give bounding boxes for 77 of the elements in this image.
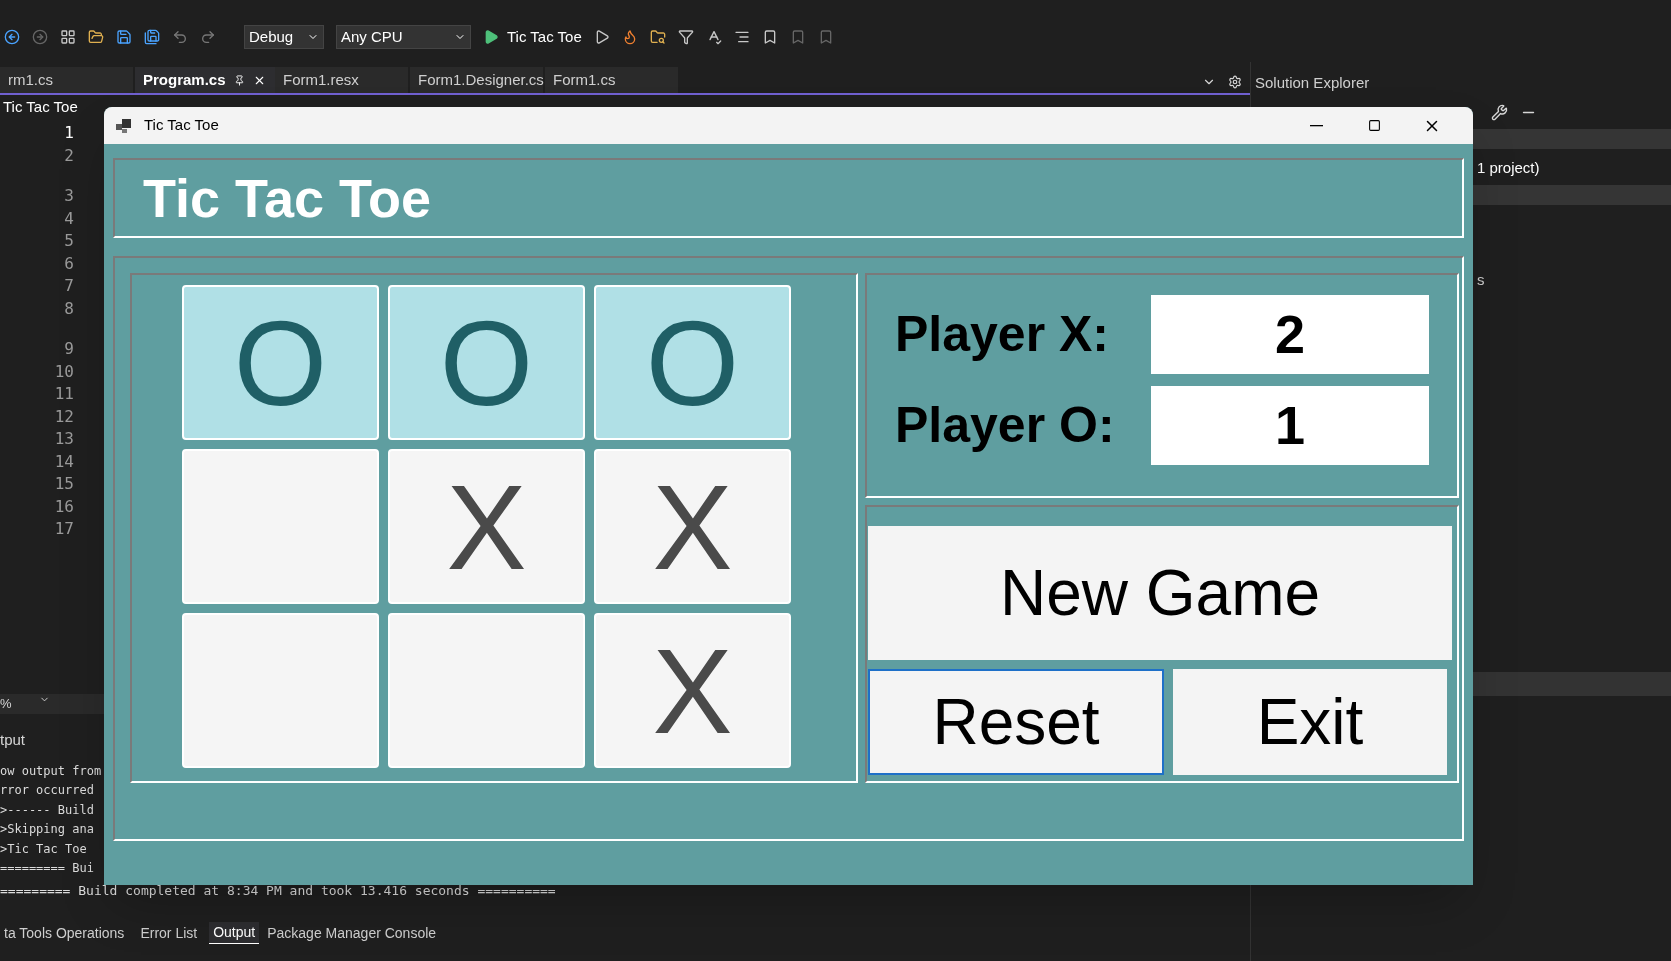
- minimize-icon: [1309, 124, 1323, 127]
- folder-icon[interactable]: [88, 29, 104, 45]
- line-number: 8: [64, 297, 74, 320]
- redo-icon[interactable]: [200, 29, 216, 45]
- save-all-icon[interactable]: [144, 29, 160, 45]
- output-line: ow output from: [0, 762, 102, 780]
- player-label: Player O:: [895, 396, 1116, 455]
- wrench-icon[interactable]: [1491, 103, 1508, 121]
- window-title: Tic Tac Toe: [144, 115, 219, 136]
- line-number: 5: [64, 230, 74, 252]
- board-cell[interactable]: O: [388, 285, 585, 440]
- document-tab[interactable]: rm1.cs: [0, 67, 133, 93]
- line-number: 2: [64, 144, 74, 167]
- line-number: 13: [54, 428, 74, 450]
- line-number: 12: [54, 405, 74, 428]
- output-line: >------ Build: [0, 801, 94, 819]
- panel-tab[interactable]: Package Manager Console: [263, 922, 441, 944]
- platform-dropdown[interactable]: Any CPU: [336, 25, 471, 49]
- start-button[interactable]: Tic Tac Toe: [483, 25, 582, 49]
- board-cell[interactable]: [388, 613, 585, 768]
- line-number: 17: [54, 518, 74, 540]
- reset-button[interactable]: Reset: [868, 669, 1164, 775]
- pin-icon[interactable]: [233, 74, 245, 86]
- output-line: ========= Build completed at 8:34 PM and took 13.416 seconds ==========: [0, 881, 556, 900]
- line-number: 16: [54, 495, 74, 518]
- document-tab[interactable]: Form1.cs: [545, 67, 678, 93]
- output-line: >Skipping ana: [0, 821, 94, 838]
- tree-item[interactable]: 1 project): [1477, 156, 1540, 179]
- output-line: rror occurred: [0, 782, 94, 799]
- output-line: >Tic Tac Toe: [0, 840, 87, 858]
- line-number: 6: [64, 252, 74, 275]
- line-number: 10: [54, 360, 74, 383]
- line-number: 4: [64, 207, 74, 230]
- line-number: 9: [64, 338, 74, 360]
- save-icon[interactable]: [116, 29, 132, 45]
- panel-tab[interactable]: Output: [209, 922, 260, 944]
- folder-search-icon[interactable]: [649, 29, 666, 45]
- maximize-icon: [1367, 119, 1381, 132]
- score-value: 1: [1151, 386, 1429, 465]
- line-number: 14: [54, 450, 74, 473]
- panel-tab[interactable]: ta Tools Operations: [0, 922, 129, 944]
- window-icon: [116, 118, 132, 133]
- board-cell[interactable]: X: [388, 449, 585, 604]
- tree-item[interactable]: s: [1477, 269, 1485, 292]
- exit-button[interactable]: Exit: [1173, 669, 1447, 775]
- project-dropdown[interactable]: Tic Tac Toe: [0, 95, 78, 119]
- line-number: 15: [54, 473, 74, 495]
- output-line: ========= Bui: [0, 860, 94, 877]
- line-number: 1: [64, 122, 74, 144]
- board-cell[interactable]: O: [594, 285, 791, 440]
- line-number: 3: [64, 185, 74, 207]
- board-cell[interactable]: X: [594, 613, 791, 768]
- output-title: tput: [0, 730, 27, 750]
- game-heading: Tic Tac Toe: [143, 166, 432, 230]
- document-tab[interactable]: Program.cs: [135, 67, 275, 93]
- line-number: 11: [54, 383, 74, 405]
- score-value: 2: [1151, 295, 1429, 374]
- document-tab[interactable]: Form1.Designer.cs: [410, 67, 543, 93]
- line-number: 7: [64, 275, 74, 297]
- grid-icon[interactable]: [60, 29, 76, 45]
- player-label: Player X:: [895, 305, 1110, 364]
- settings-icon[interactable]: [1228, 75, 1242, 89]
- new-game-button[interactable]: New Game: [868, 526, 1452, 660]
- play-icon: [483, 29, 499, 45]
- document-tab[interactable]: Form1.resx: [275, 67, 408, 93]
- panel-tab[interactable]: Error List: [136, 922, 202, 944]
- panel-title: Solution Explorer: [1254, 73, 1371, 93]
- forward-icon[interactable]: [32, 29, 48, 45]
- undo-icon[interactable]: [172, 29, 188, 45]
- board-cell[interactable]: [182, 613, 379, 768]
- back-icon[interactable]: [4, 29, 20, 45]
- board-cell[interactable]: [182, 449, 379, 604]
- board-cell[interactable]: O: [182, 285, 379, 440]
- filter-icon[interactable]: [677, 29, 694, 45]
- align-icon[interactable]: [733, 29, 750, 45]
- configuration-dropdown[interactable]: Debug: [244, 25, 324, 49]
- board-cell[interactable]: X: [594, 449, 791, 604]
